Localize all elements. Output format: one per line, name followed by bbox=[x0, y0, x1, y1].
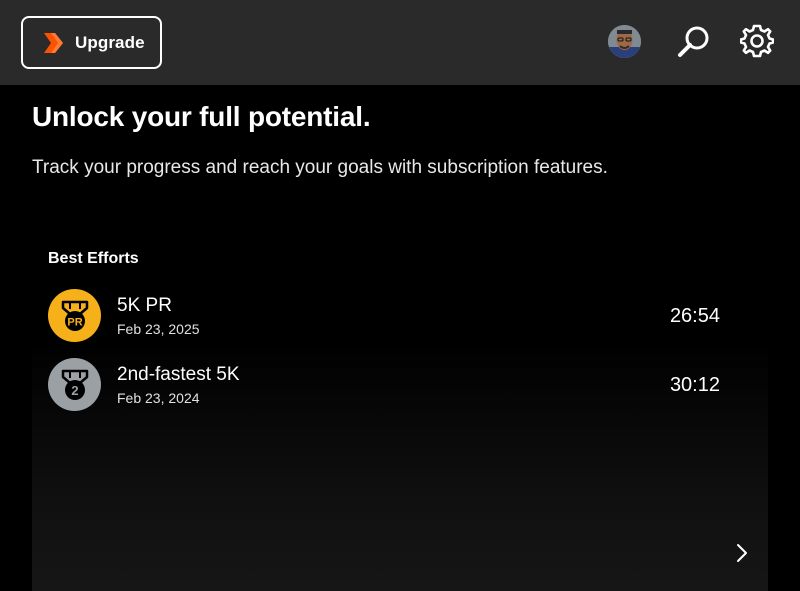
upgrade-label: Upgrade bbox=[75, 32, 145, 52]
card-title: Best Efforts bbox=[48, 250, 139, 267]
chevron-right-icon[interactable] bbox=[732, 541, 752, 565]
medal-label: PR bbox=[67, 316, 82, 328]
effort-date: Feb 23, 2024 bbox=[117, 390, 200, 406]
gear-icon[interactable] bbox=[739, 24, 775, 58]
search-icon[interactable] bbox=[676, 24, 712, 60]
page-title: Unlock your full potential. bbox=[32, 101, 371, 132]
list-item[interactable]: PR 5K PR Feb 23, 2025 26:54 bbox=[48, 289, 720, 343]
effort-name: 2nd-fastest 5K bbox=[117, 364, 240, 385]
best-efforts-card[interactable]: Best Efforts PR 5K PR Feb 23, 2025 26:54… bbox=[32, 233, 768, 591]
medal-label: 2 bbox=[71, 383, 78, 398]
profile-avatar[interactable] bbox=[608, 25, 641, 58]
effort-name: 5K PR bbox=[117, 295, 172, 316]
gold-medal-icon: PR bbox=[48, 289, 101, 342]
upgrade-button[interactable]: Upgrade bbox=[21, 16, 162, 69]
page-subtitle: Track your progress and reach your goals… bbox=[32, 157, 608, 178]
silver-medal-icon: 2 bbox=[48, 358, 101, 411]
top-bar: Upgrade bbox=[0, 0, 800, 85]
brand-chevron-icon bbox=[42, 31, 64, 55]
effort-time: 30:12 bbox=[669, 374, 720, 396]
effort-date: Feb 23, 2025 bbox=[117, 321, 200, 337]
list-item[interactable]: 2 2nd-fastest 5K Feb 23, 2024 30:12 bbox=[48, 358, 720, 412]
effort-time: 26:54 bbox=[669, 305, 720, 327]
